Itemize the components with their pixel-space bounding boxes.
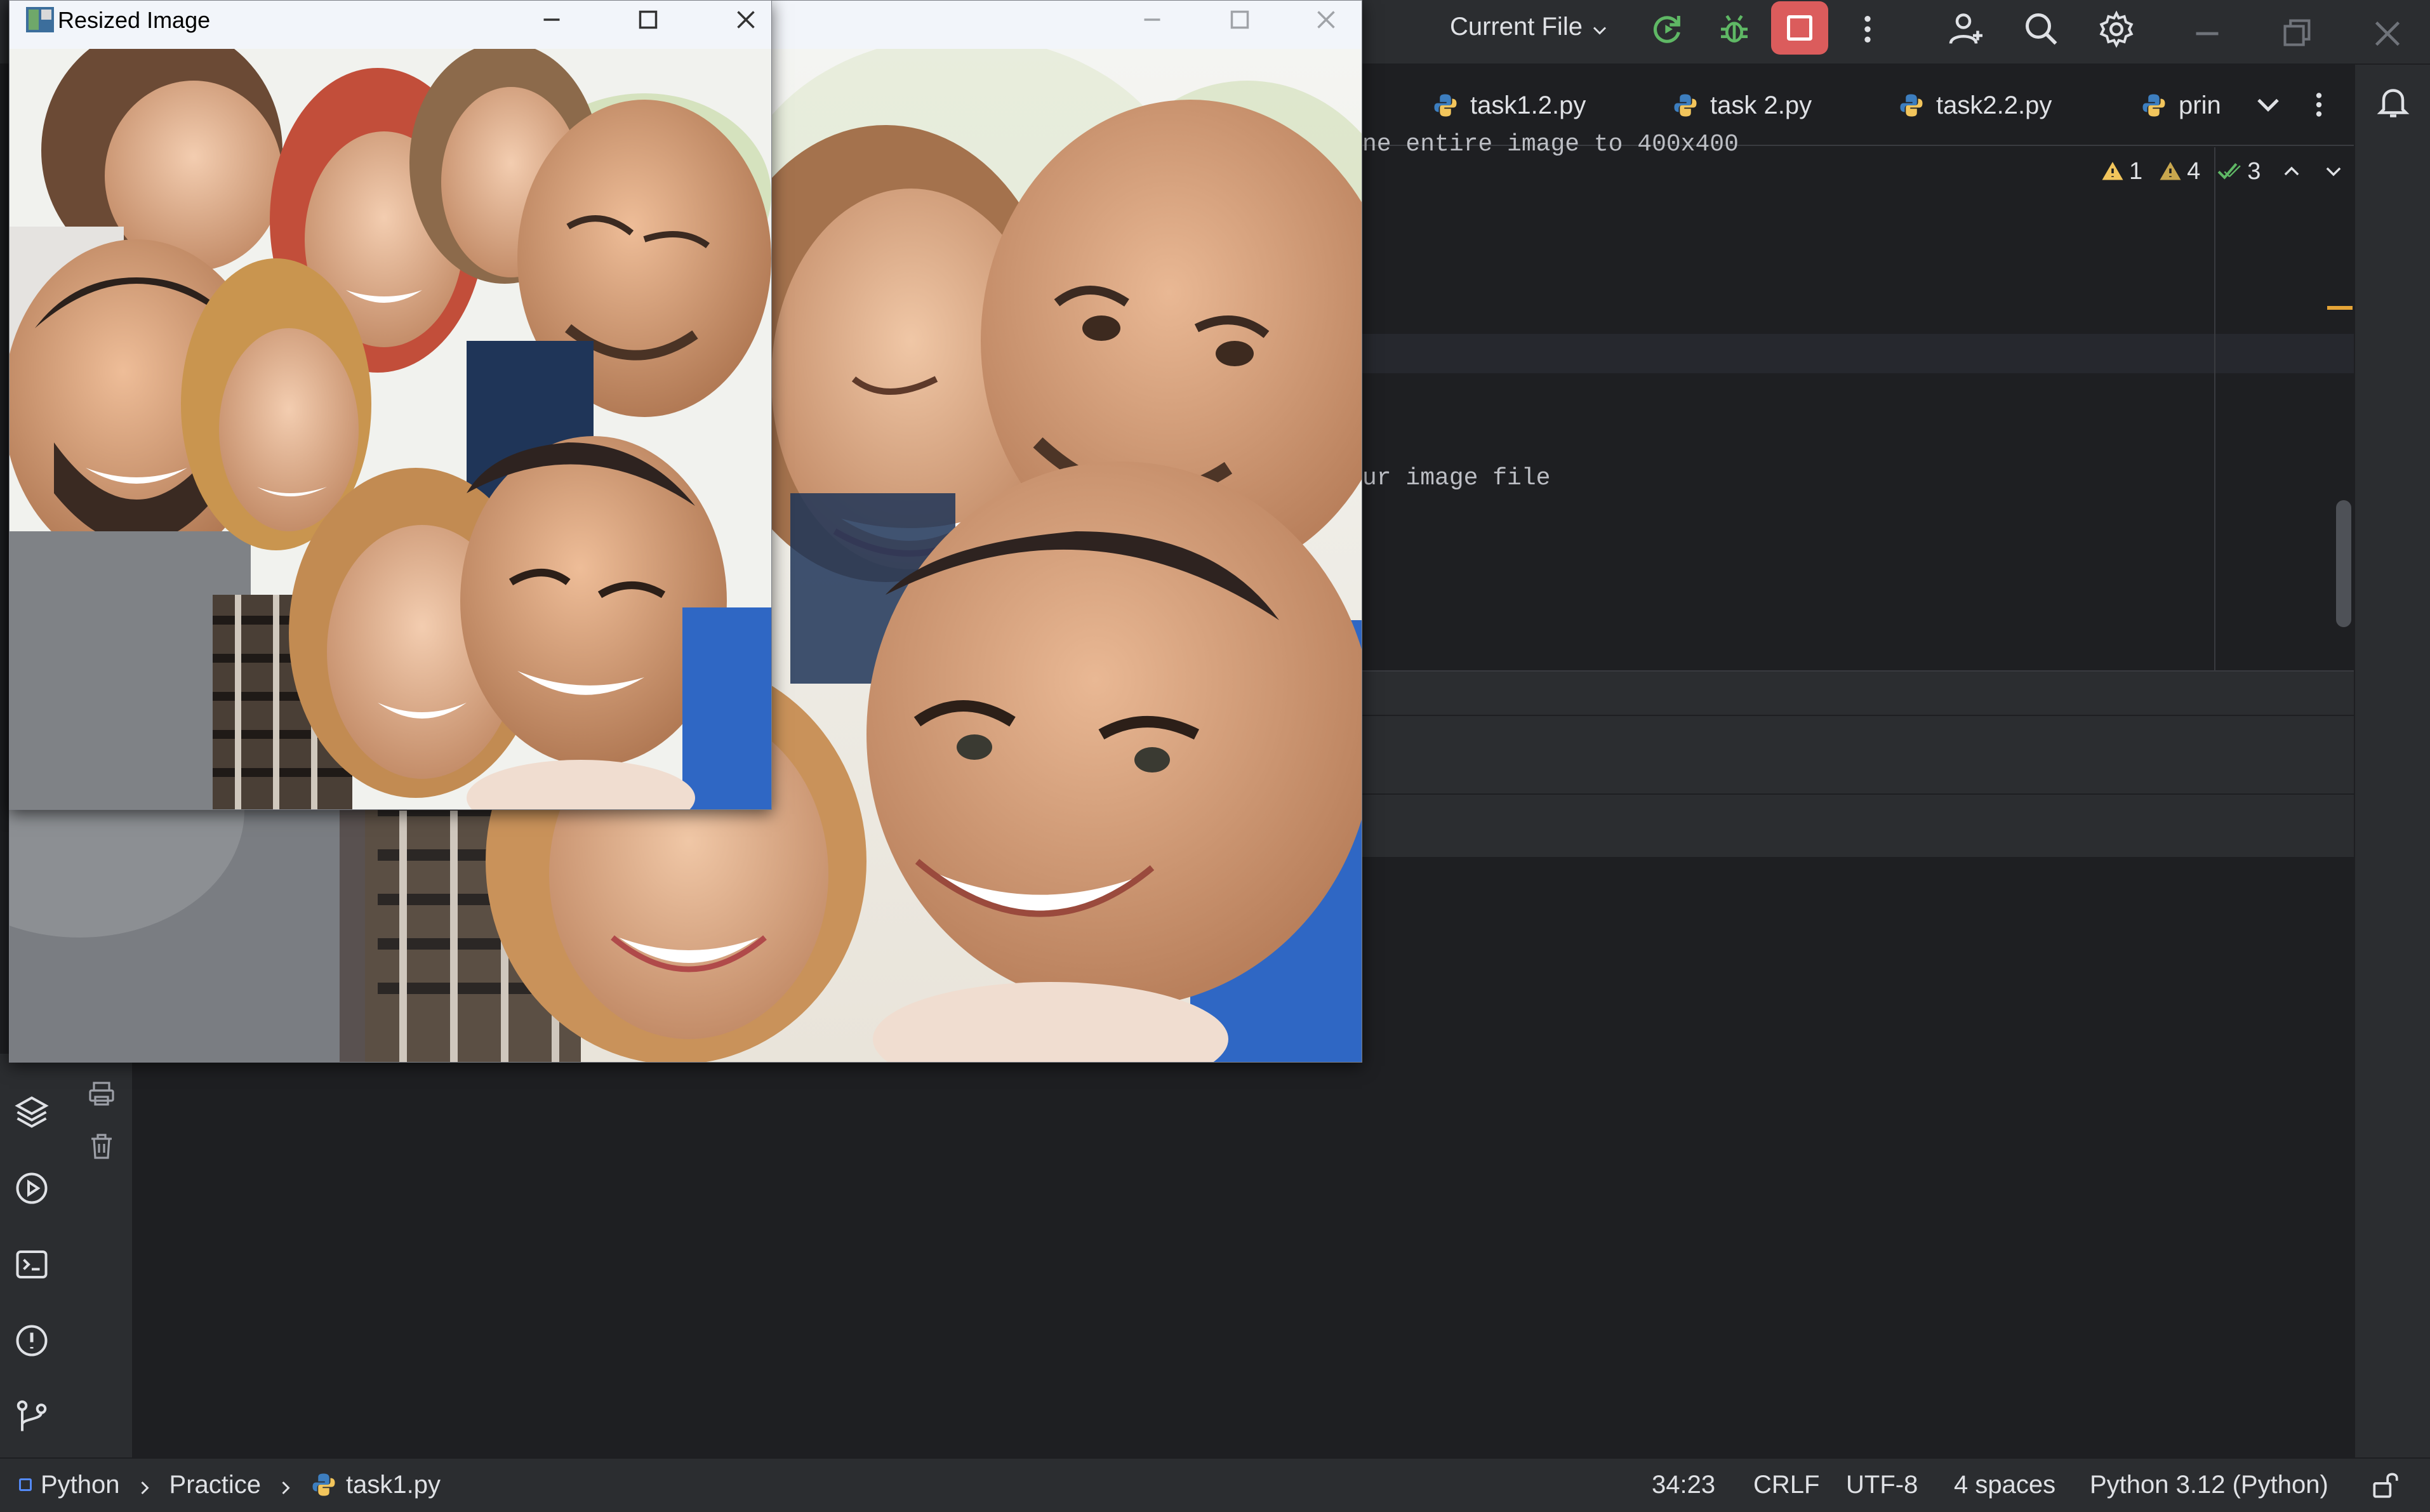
minimize-icon[interactable] (2185, 11, 2229, 56)
rerun-icon[interactable] (1650, 11, 1686, 47)
code-line: ur image file (1362, 465, 1551, 492)
right-margin-guide (2214, 147, 2215, 671)
tab-task-2[interactable]: task 2.py (1672, 84, 1812, 127)
close-icon[interactable] (2365, 11, 2410, 56)
right-tool-strip (2354, 65, 2430, 1457)
restore-icon[interactable] (2274, 11, 2318, 56)
tab-label: task1.2.py (1470, 91, 1586, 119)
panel-header-band (1362, 670, 2354, 715)
inspection-widget[interactable]: 1 4 3 (2101, 155, 2344, 188)
chevron-right-icon (276, 1475, 295, 1495)
breadcrumb-item[interactable]: Python (41, 1471, 120, 1499)
more-vertical-icon[interactable] (1850, 11, 1885, 47)
add-user-icon[interactable] (1948, 10, 1986, 48)
panel-band (1362, 793, 2354, 857)
console-area (1362, 857, 2354, 1054)
weak-warning-count: 4 (2187, 157, 2201, 185)
gear-icon[interactable] (2097, 10, 2135, 48)
opencv-window-icon (26, 7, 54, 32)
typo-check-icon (2217, 160, 2242, 183)
minimize-icon[interactable] (1133, 1, 1171, 39)
panel-band (1362, 715, 2354, 793)
run-output-panel (133, 1054, 2354, 1457)
python-file-icon (1898, 92, 1925, 119)
layers-icon[interactable] (13, 1093, 51, 1131)
close-icon[interactable] (1307, 1, 1345, 39)
chevron-up-icon[interactable] (2281, 161, 2302, 182)
python-file-icon (2141, 92, 2167, 119)
caret-position[interactable]: 34:23 (1652, 1468, 1715, 1501)
indent-setting[interactable]: 4 spaces (1954, 1468, 2055, 1501)
scroll-marker (2327, 306, 2353, 310)
print-icon[interactable] (86, 1079, 117, 1110)
image-window-resized[interactable]: Resized Image (9, 0, 772, 810)
python-file-icon (1672, 92, 1699, 119)
python-file-icon (1432, 92, 1459, 119)
tab-task2-2[interactable]: task2.2.py (1898, 84, 2052, 127)
tabs-overflow-chevron-icon[interactable] (2252, 89, 2284, 121)
minimize-icon[interactable] (533, 1, 571, 39)
current-line-highlight (1362, 334, 2354, 373)
run-config-selector[interactable]: Current File (1450, 13, 1609, 41)
resized-photo (10, 49, 771, 809)
tab-menu-icon[interactable] (2303, 89, 2335, 121)
tab-label: task 2.py (1710, 91, 1812, 119)
breadcrumb-item[interactable]: task1.py (346, 1471, 441, 1499)
breadcrumb-item[interactable]: Practice (169, 1471, 262, 1499)
stop-button[interactable] (1771, 1, 1828, 55)
run-config-label: Current File (1450, 13, 1583, 41)
bell-icon[interactable] (2374, 83, 2412, 121)
editor-scrollbar[interactable] (2336, 500, 2351, 627)
debug-icon[interactable] (1716, 11, 1752, 47)
maximize-icon[interactable] (1221, 1, 1259, 39)
window-title: Resized Image (58, 7, 211, 33)
tab-task1-2[interactable]: task1.2.py (1432, 84, 1586, 127)
warning-icon (2101, 160, 2124, 183)
breadcrumb: Python Practice task1.py (19, 1468, 441, 1501)
module-square-icon (19, 1478, 32, 1491)
tab-label: prin (2179, 91, 2221, 119)
chevron-down-icon[interactable] (2323, 161, 2344, 182)
code-editor[interactable] (1362, 147, 2354, 671)
warning-count: 1 (2129, 157, 2143, 185)
search-icon[interactable] (2022, 10, 2061, 48)
code-line: ne entire image to 400x400 (1362, 131, 1739, 158)
trash-icon[interactable] (86, 1131, 117, 1162)
chevron-right-icon (135, 1475, 154, 1495)
run-tool-strip (63, 1054, 133, 1457)
run-icon[interactable] (13, 1169, 51, 1207)
git-branch-icon[interactable] (13, 1398, 51, 1436)
terminal-icon[interactable] (13, 1245, 51, 1283)
ok-count: 3 (2247, 157, 2261, 185)
tab-prin[interactable]: prin (2141, 84, 2221, 127)
python-file-icon (310, 1471, 337, 1498)
stop-icon (1787, 15, 1812, 41)
line-separator[interactable]: CRLF (1753, 1468, 1819, 1501)
unlock-icon[interactable] (2369, 1469, 2401, 1501)
chevron-down-icon (1590, 18, 1609, 37)
python-interpreter[interactable]: Python 3.12 (Python) (2090, 1468, 2328, 1501)
problems-icon[interactable] (13, 1322, 51, 1360)
weak-warning-icon (2159, 160, 2182, 183)
maximize-icon[interactable] (629, 1, 667, 39)
close-icon[interactable] (727, 1, 765, 39)
file-encoding[interactable]: UTF-8 (1846, 1468, 1918, 1501)
tab-label: task2.2.py (1936, 91, 2052, 119)
